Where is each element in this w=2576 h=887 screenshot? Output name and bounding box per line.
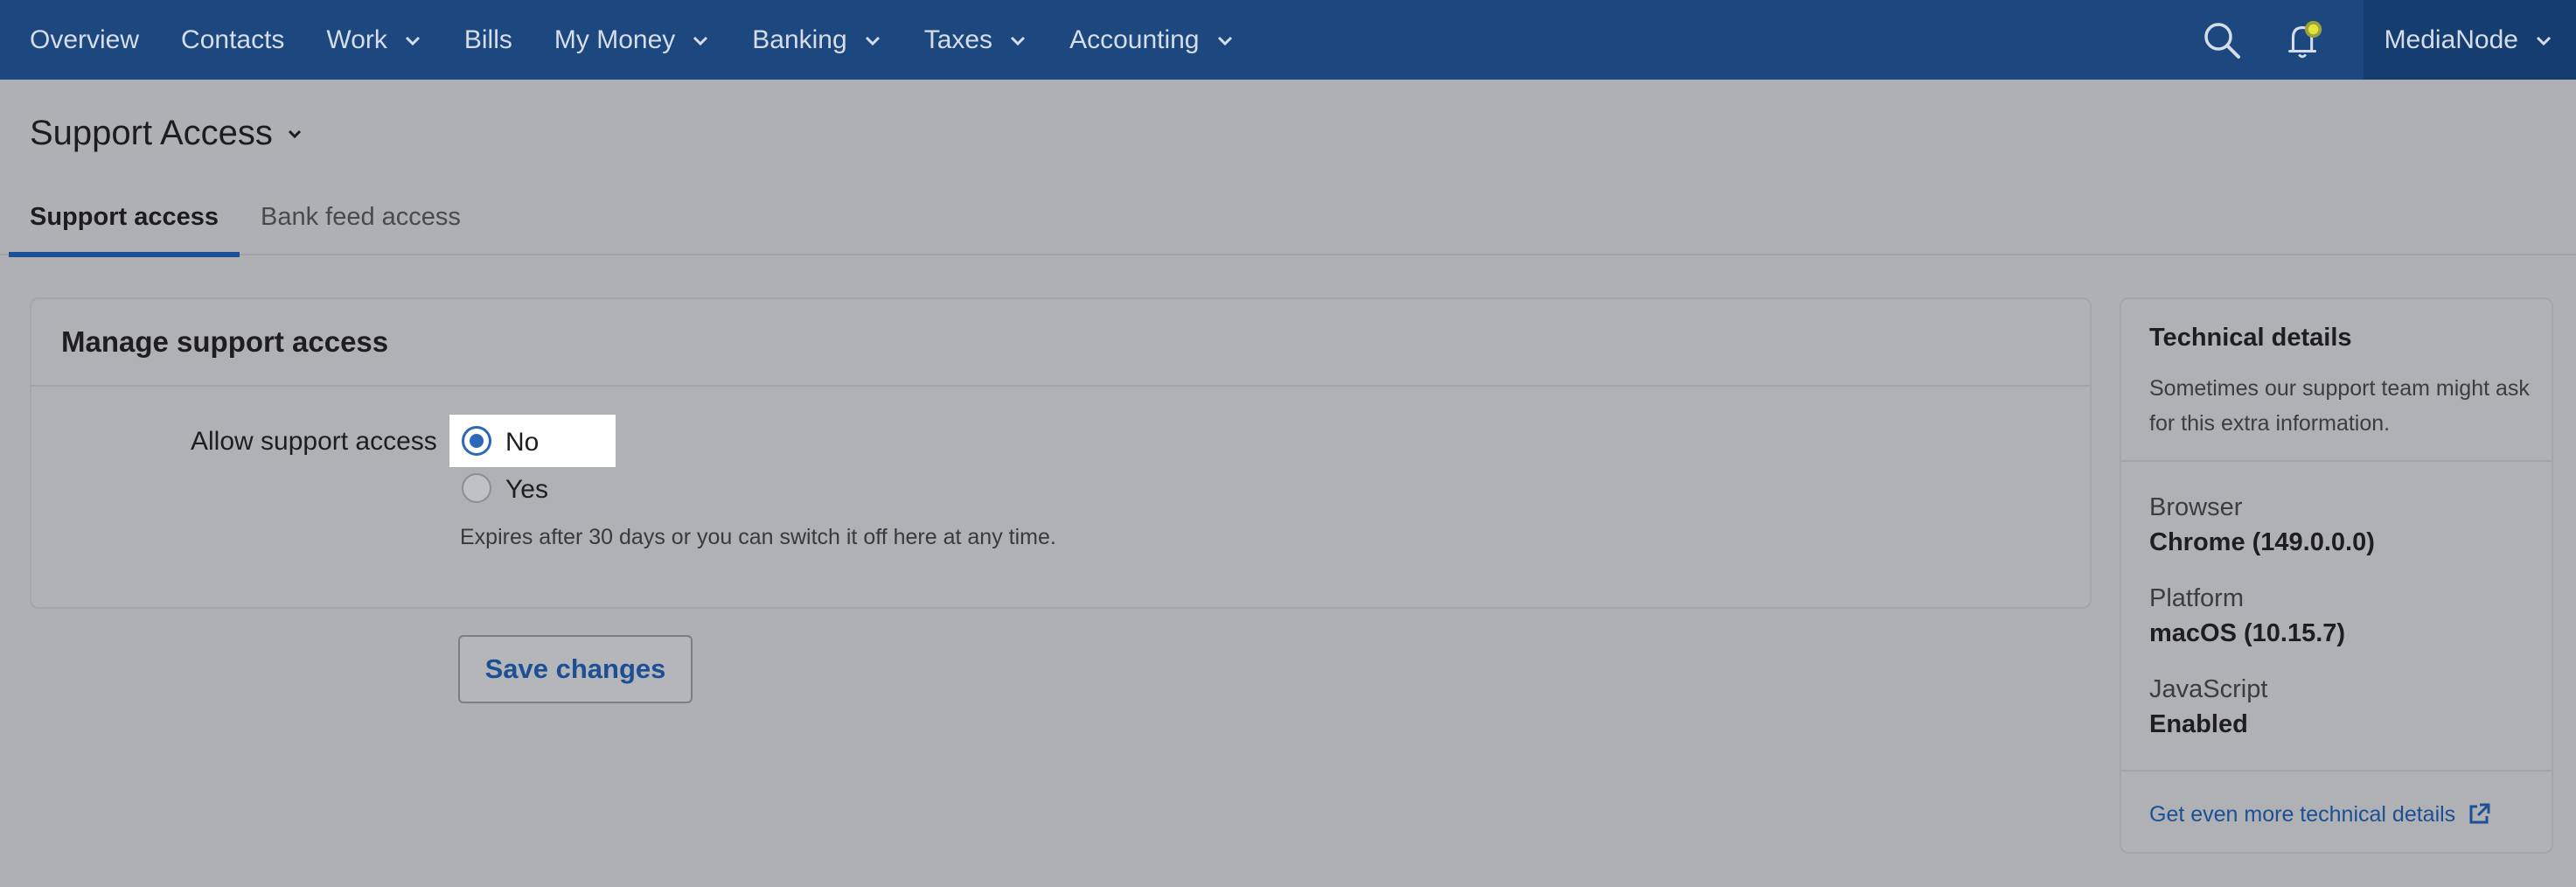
nav-item-label: Overview <box>30 24 140 54</box>
expiry-hint: Expires after 30 days or you can switch … <box>460 525 1056 549</box>
top-navigation: Overview Contacts Work Bills My Money Ba… <box>0 0 2576 80</box>
nav-item-accounting[interactable]: Accounting <box>1069 0 1234 80</box>
link-label: Get even more technical details <box>2149 801 2456 827</box>
platform-value: macOS (10.15.7) <box>2149 619 2346 647</box>
bell-icon[interactable] <box>2281 17 2327 63</box>
nav-item-contacts[interactable]: Contacts <box>181 0 284 80</box>
manage-support-access-card: Manage support access Allow support acce… <box>30 297 2092 609</box>
chevron-down-icon <box>865 36 880 45</box>
nav-item-my-money[interactable]: My Money <box>554 0 710 80</box>
nav-item-label: Taxes <box>923 24 993 54</box>
nav-item-label: Work <box>326 24 387 54</box>
chevron-down-icon <box>1011 36 1026 45</box>
account-menu[interactable]: MediaNode <box>2363 0 2576 80</box>
nav-item-work[interactable]: Work <box>326 0 421 80</box>
tab-bank-feed-access[interactable]: Bank feed access <box>261 203 461 252</box>
allow-support-access-label: Allow support access <box>191 427 437 456</box>
browser-label: Browser <box>2149 493 2243 521</box>
tab-bar: Support access Bank feed access <box>0 184 2576 257</box>
chevron-down-icon <box>405 36 420 45</box>
radio-no-label[interactable]: No <box>505 428 539 457</box>
more-technical-details-link[interactable]: Get even more technical details <box>2149 801 2492 828</box>
account-name: MediaNode <box>2384 24 2518 54</box>
javascript-value: Enabled <box>2149 710 2248 738</box>
nav-item-label: Banking <box>752 24 847 54</box>
nav-item-label: Accounting <box>1069 24 1200 54</box>
nav-item-banking[interactable]: Banking <box>752 0 881 80</box>
divider <box>2121 460 2552 462</box>
javascript-label: JavaScript <box>2149 675 2268 703</box>
browser-value: Chrome (149.0.0.0) <box>2149 528 2375 556</box>
nav-menu: Overview Contacts Work Bills My Money Ba… <box>0 0 1277 80</box>
nav-right: MediaNode <box>2199 0 2576 80</box>
page-title: Support Access <box>30 114 273 152</box>
tab-label: Bank feed access <box>261 203 461 231</box>
tab-label: Support access <box>30 203 219 231</box>
platform-label: Platform <box>2149 584 2244 612</box>
chevron-down-icon <box>2536 36 2552 45</box>
nav-item-overview[interactable]: Overview <box>30 0 139 80</box>
nav-item-taxes[interactable]: Taxes <box>924 0 1027 80</box>
page-title-dropdown[interactable]: Support Access <box>30 114 304 153</box>
technical-details-panel: Technical details Sometimes our support … <box>2120 297 2553 854</box>
save-changes-button[interactable]: Save changes <box>458 635 693 703</box>
nav-item-label: My Money <box>553 24 676 54</box>
card-title: Manage support access <box>31 299 2090 387</box>
nav-item-label: Bills <box>463 24 512 54</box>
technical-details-title: Technical details <box>2149 324 2352 352</box>
chevron-down-icon <box>288 129 301 138</box>
technical-details-description: Sometimes our support team might ask for… <box>2149 376 2530 436</box>
chevron-down-icon <box>693 36 708 45</box>
tab-support-access[interactable]: Support access <box>9 203 240 257</box>
radio-no[interactable] <box>462 426 491 456</box>
radio-yes-label[interactable]: Yes <box>505 475 548 505</box>
divider <box>2121 770 2552 772</box>
chevron-down-icon <box>1217 36 1232 45</box>
external-link-icon <box>2469 803 2490 824</box>
nav-item-label: Contacts <box>181 24 285 54</box>
radio-yes[interactable] <box>462 473 491 503</box>
search-icon[interactable] <box>2199 17 2245 63</box>
nav-item-bills[interactable]: Bills <box>464 0 512 80</box>
